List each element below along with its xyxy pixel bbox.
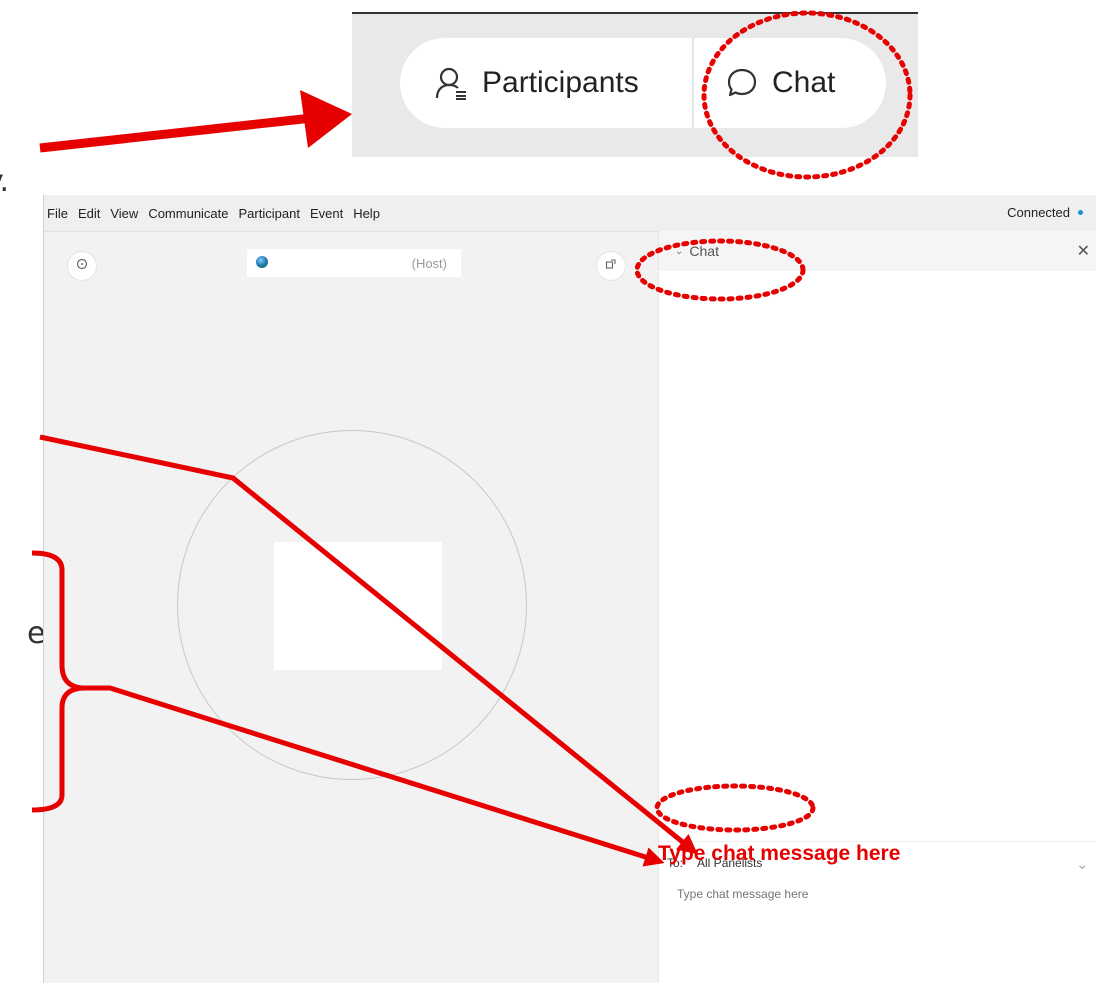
connection-status: Connected: [1007, 205, 1083, 220]
status-text: Connected: [1007, 205, 1070, 220]
host-label: (Host): [411, 255, 447, 271]
video-placeholder: [274, 542, 442, 670]
host-name-bar: (Host): [247, 249, 461, 277]
chat-label: Chat: [772, 66, 836, 99]
menu-file[interactable]: File: [47, 206, 68, 221]
menu-help[interactable]: Help: [353, 206, 380, 221]
menu-bar: File Edit View Communicate Participant E…: [44, 195, 1096, 232]
menu-event[interactable]: Event: [310, 206, 343, 221]
recipient-chevron-icon[interactable]: ⌄: [1076, 856, 1088, 873]
annotation-arrow-to-inset: [39, 113, 313, 153]
toolbar-pill: Participants Chat: [400, 38, 886, 128]
chat-button[interactable]: Chat: [694, 38, 835, 128]
record-button[interactable]: [68, 252, 96, 280]
app-window: File Edit View Communicate Participant E…: [43, 195, 1096, 984]
callout-type-chat-message: Type chat message here: [658, 842, 901, 865]
participants-icon: [434, 66, 468, 100]
record-icon: [76, 257, 88, 275]
cut-off-text-1: y.: [0, 164, 10, 199]
status-dot-icon: [1078, 210, 1083, 215]
host-avatar-icon: [256, 256, 268, 268]
menu-view[interactable]: View: [110, 206, 138, 221]
close-icon[interactable]: ✕: [1077, 241, 1090, 261]
chat-header[interactable]: ⌄ Chat: [659, 231, 1096, 271]
popout-icon: [605, 257, 617, 275]
chevron-down-icon[interactable]: ⌄: [675, 246, 683, 257]
chat-panel: ⌄ Chat ✕ To: All Panelists ⌄: [658, 231, 1096, 984]
chat-message-input[interactable]: [675, 882, 879, 906]
popout-button[interactable]: [597, 252, 625, 280]
zoomed-toolbar-inset: Participants Chat: [352, 12, 918, 157]
chat-bubble-icon: [726, 67, 758, 99]
chat-panel-title: Chat: [689, 243, 719, 259]
menu-participant[interactable]: Participant: [239, 206, 300, 221]
menu-edit[interactable]: Edit: [78, 206, 100, 221]
participants-button[interactable]: Participants: [400, 38, 692, 128]
annotation-arrowhead-inset: [300, 90, 352, 148]
participants-label: Participants: [482, 66, 639, 99]
menu-communicate[interactable]: Communicate: [148, 206, 228, 221]
